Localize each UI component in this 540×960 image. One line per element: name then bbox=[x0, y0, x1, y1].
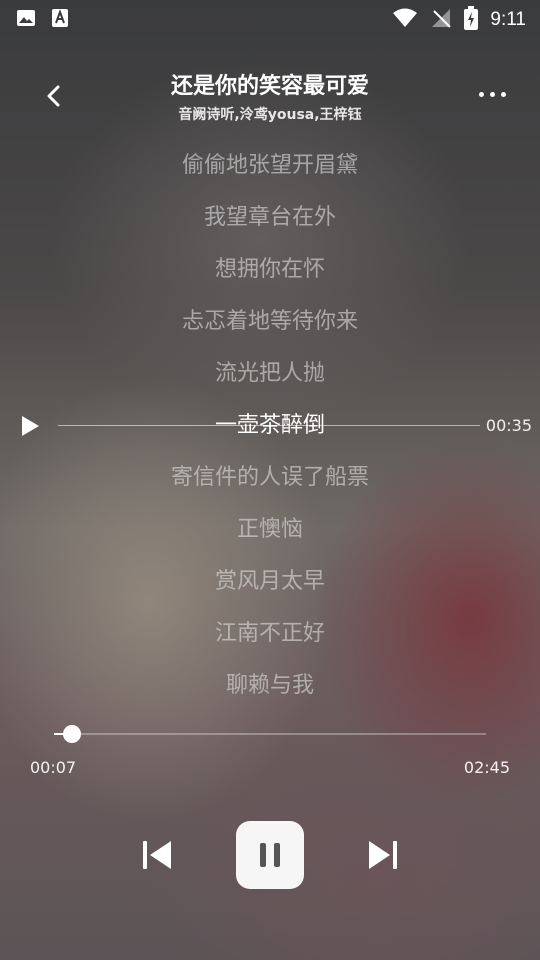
status-bar: 9:11 bbox=[0, 0, 540, 36]
lyric-line[interactable]: 聊赖与我 bbox=[0, 660, 540, 712]
progress-bar[interactable]: 00:07 02:45 bbox=[0, 720, 540, 790]
lyric-line[interactable]: 忐忑着地等待你来 bbox=[0, 296, 540, 348]
clock: 9:11 bbox=[490, 9, 526, 30]
text-a-icon bbox=[50, 8, 70, 32]
seek-guide-line bbox=[58, 425, 480, 426]
song-artists: 音阙诗听,泠鸢yousa,王梓钰 bbox=[178, 107, 362, 123]
more-dot bbox=[489, 91, 495, 97]
skip-previous-icon bbox=[143, 841, 171, 869]
playback-controls bbox=[0, 820, 540, 890]
pause-icon-bar bbox=[260, 843, 266, 867]
skip-next-icon bbox=[369, 841, 397, 869]
more-dot bbox=[478, 91, 484, 97]
lyric-line[interactable]: 江南不正好 bbox=[0, 608, 540, 660]
wifi-icon bbox=[392, 7, 418, 33]
lyric-line[interactable]: 想拥你在怀 bbox=[0, 244, 540, 296]
next-button[interactable] bbox=[364, 836, 402, 874]
lyric-line[interactable]: 我望章台在外 bbox=[0, 192, 540, 244]
total-duration: 02:45 bbox=[463, 758, 510, 777]
lyric-line[interactable]: 正懊恼 bbox=[0, 504, 540, 556]
player-header: 还是你的笑容最可爱 音阙诗听,泠鸢yousa,王梓钰 bbox=[0, 62, 540, 132]
seek-preview-time: 00:35 bbox=[485, 416, 532, 435]
lyric-line[interactable]: 赏风月太早 bbox=[0, 556, 540, 608]
play-from-line-button[interactable] bbox=[18, 414, 42, 438]
song-title: 还是你的笑容最可爱 bbox=[170, 74, 369, 99]
more-options-button[interactable] bbox=[472, 78, 512, 110]
pause-icon-bar bbox=[274, 843, 280, 867]
progress-track[interactable] bbox=[54, 725, 486, 743]
lyric-line[interactable]: 流光把人抛 bbox=[0, 348, 540, 400]
image-icon bbox=[16, 8, 36, 32]
lyric-line[interactable]: 寄信件的人误了船票 bbox=[0, 452, 540, 504]
progress-thumb[interactable] bbox=[63, 725, 82, 743]
no-signal-icon bbox=[430, 7, 452, 33]
previous-button[interactable] bbox=[138, 836, 176, 874]
play-icon bbox=[22, 416, 39, 436]
current-time: 00:07 bbox=[30, 758, 77, 777]
lyric-line[interactable]: 偷偷地张望开眉黛 bbox=[0, 140, 540, 192]
pause-button[interactable] bbox=[236, 821, 304, 889]
battery-charging-icon bbox=[464, 6, 479, 34]
more-dot bbox=[500, 91, 506, 97]
lyric-seek-indicator: 00:35 bbox=[0, 410, 540, 442]
